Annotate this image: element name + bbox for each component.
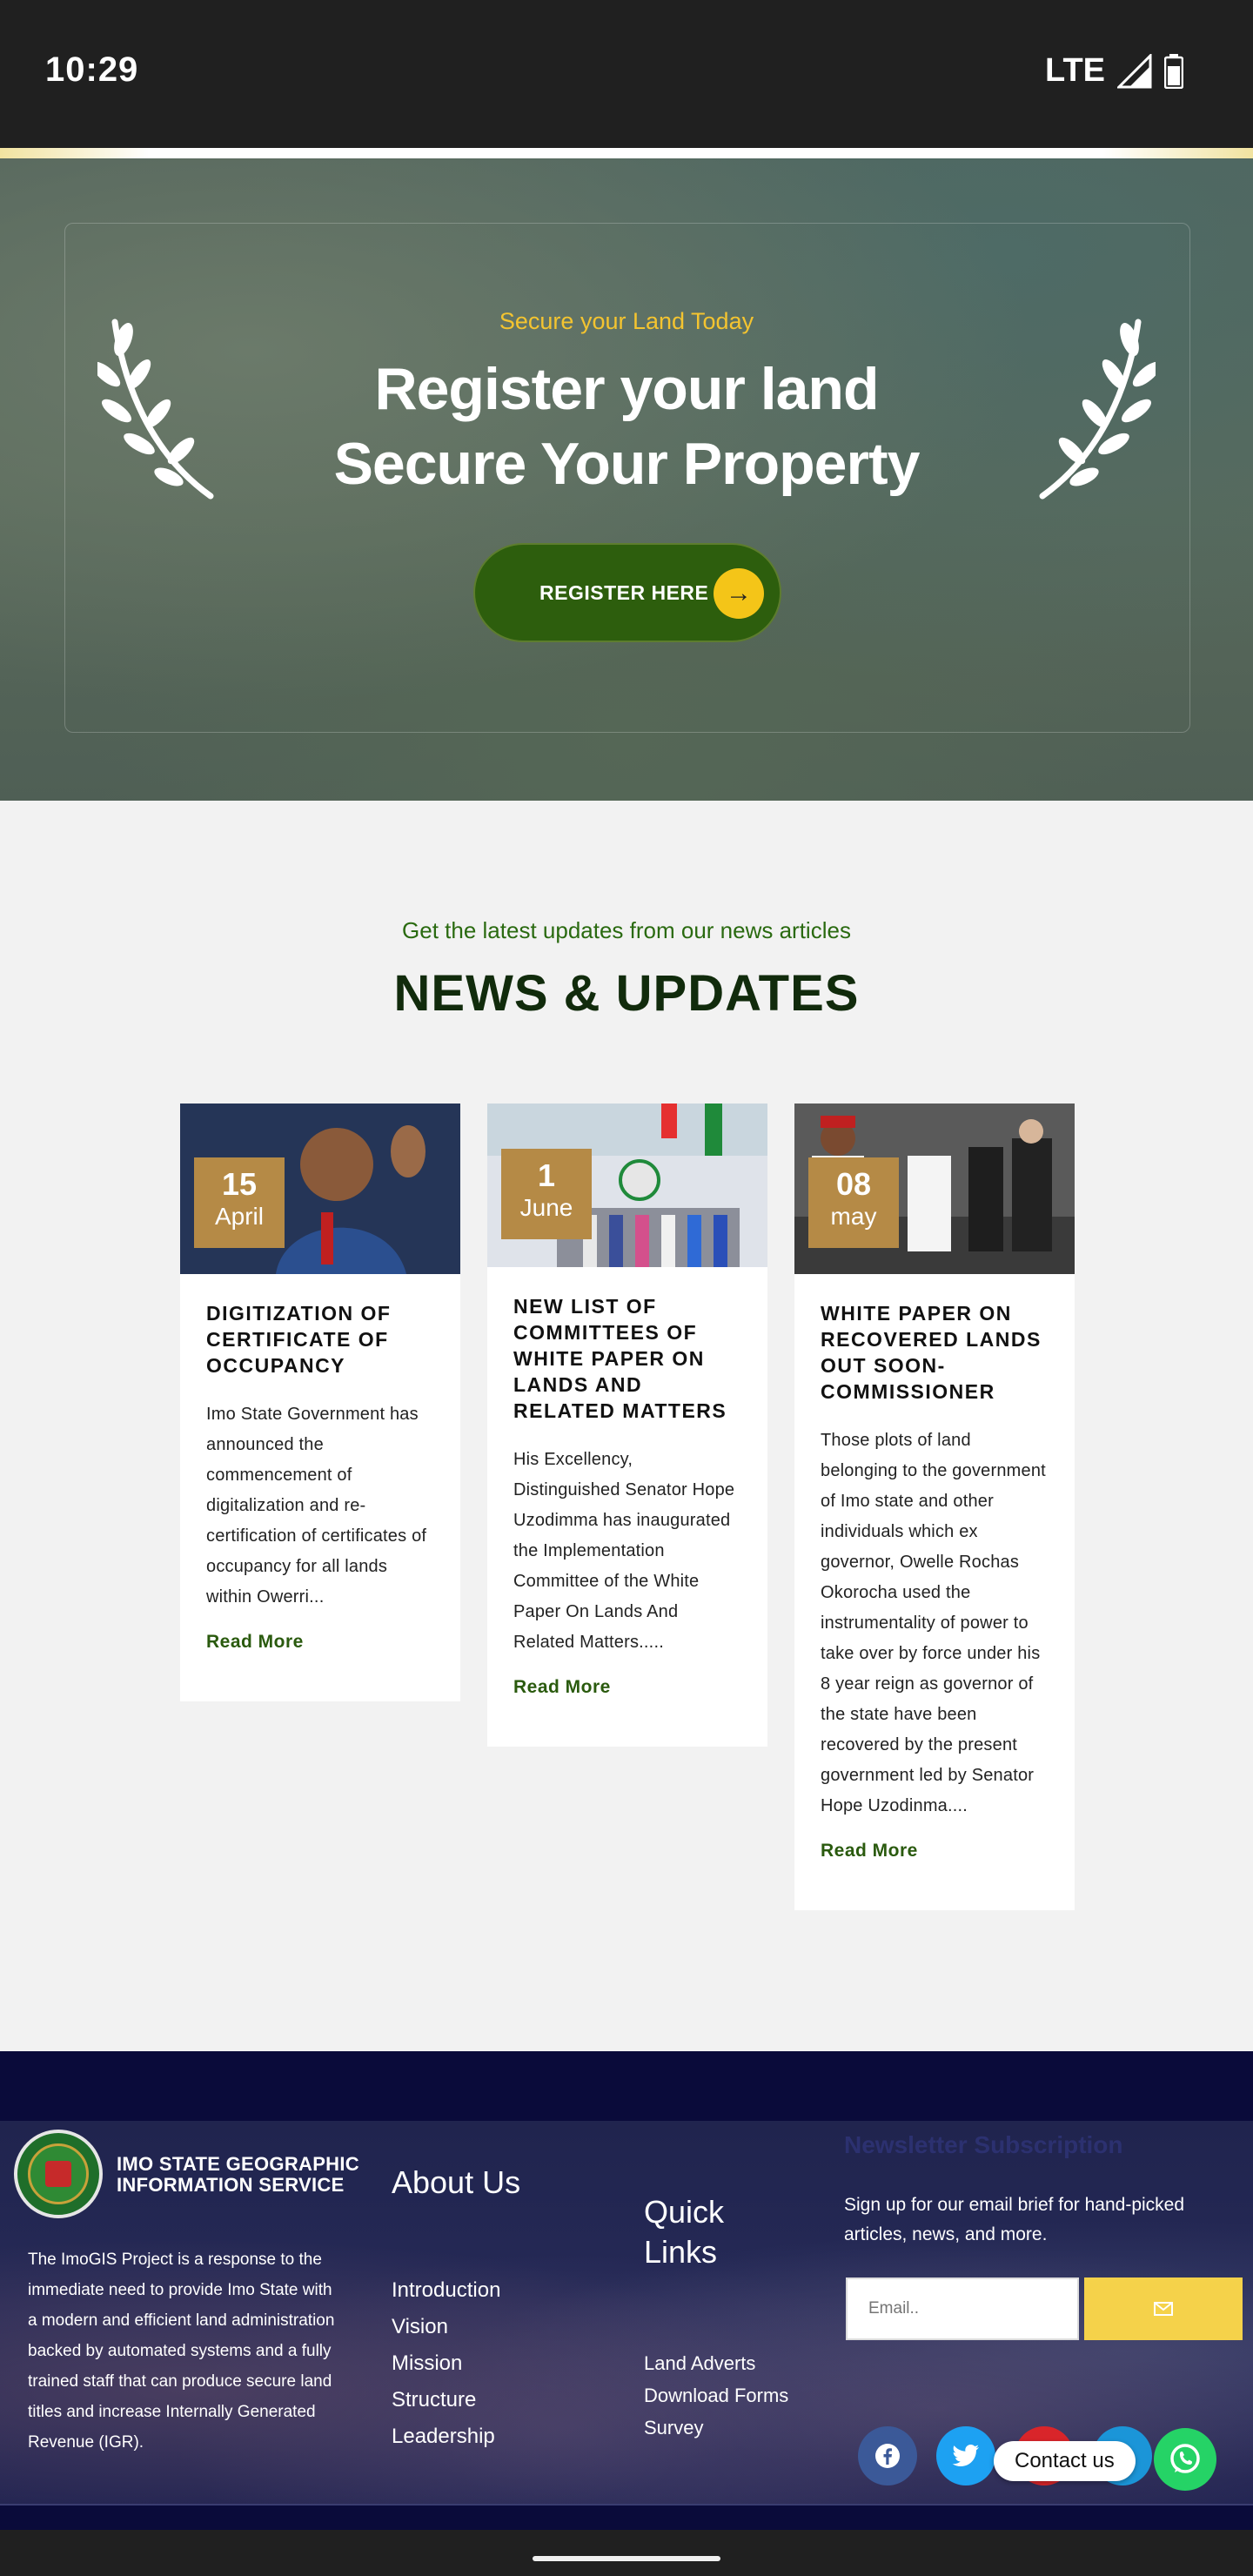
system-navigation-bar: [0, 2530, 1253, 2576]
hero-title-line1: Register your land: [374, 356, 879, 422]
twitter-icon[interactable]: [936, 2426, 995, 2485]
news-card-body: WHITE PAPER ON RECOVERED LANDS OUT SOON-…: [794, 1274, 1075, 1910]
news-card-title[interactable]: DIGITIZATION OF CERTIFICATE OF OCCUPANCY: [206, 1300, 434, 1379]
date-month: April: [214, 1203, 264, 1230]
hero-banner: Secure your Land Today Register your lan…: [0, 158, 1253, 801]
quick-link-land-adverts[interactable]: Land Adverts: [644, 2347, 788, 2379]
news-card-excerpt: Imo State Government has announced the c…: [206, 1405, 427, 1607]
logo-seal: [28, 2143, 89, 2204]
news-card-image: 15 April: [180, 1104, 460, 1274]
quick-links-heading: Quick Links: [644, 2192, 724, 2272]
about-link-structure[interactable]: Structure: [392, 2382, 500, 2418]
date-month: may: [830, 1203, 877, 1230]
register-button-label: REGISTER HERE: [539, 580, 709, 604]
quick-links: Land Adverts Download Forms Survey: [644, 2347, 788, 2444]
date-month: June: [519, 1194, 573, 1221]
date-day: 15: [221, 1166, 258, 1202]
news-card-date: 15 April: [194, 1157, 285, 1248]
read-more-link[interactable]: Read More: [206, 1632, 434, 1653]
contact-us-label[interactable]: Contact us: [994, 2441, 1136, 2481]
about-link-introduction[interactable]: Introduction: [392, 2272, 500, 2309]
date-day: 1: [537, 1157, 556, 1193]
news-card-excerpt: Those plots of land belonging to the gov…: [821, 1431, 1046, 1815]
arrow-right-icon: →: [714, 568, 764, 619]
news-card-title[interactable]: NEW LIST OF COMMITTEES OF WHITE PAPER ON…: [513, 1293, 741, 1424]
status-indicators: LTE: [1045, 52, 1183, 90]
footer-divider: [0, 2504, 1253, 2506]
news-eyebrow: Get the latest updates from our news art…: [402, 917, 851, 943]
read-more-link[interactable]: Read More: [513, 1677, 741, 1698]
org-name-line2: INFORMATION SERVICE: [117, 2174, 345, 2196]
facebook-icon[interactable]: [858, 2426, 917, 2485]
register-button[interactable]: REGISTER HERE →: [473, 543, 781, 642]
status-bar: 10:29 LTE: [0, 0, 1253, 148]
quick-links-heading-line1: Quick: [644, 2194, 725, 2230]
network-type: LTE: [1045, 52, 1105, 89]
about-link-vision[interactable]: Vision: [392, 2309, 500, 2345]
news-card-image: 08 may: [794, 1104, 1075, 1274]
news-card-image: 1 June: [487, 1104, 767, 1267]
news-card-date: 08 may: [808, 1157, 899, 1248]
news-card: 1 June NEW LIST OF COMMITTEES OF WHITE P…: [487, 1104, 767, 1747]
hero-eyebrow: Secure your Land Today: [499, 308, 754, 334]
read-more-link[interactable]: Read More: [821, 1841, 1049, 1862]
newsletter-subscribe-button[interactable]: [1084, 2277, 1243, 2340]
news-title: NEWS & UPDATES: [393, 965, 860, 1022]
footer-description: The ImoGIS Project is a response to the …: [28, 2251, 335, 2452]
imogis-logo: [14, 2130, 103, 2218]
news-card-body: DIGITIZATION OF CERTIFICATE OF OCCUPANCY…: [180, 1274, 460, 1701]
footer-org-name: IMO STATE GEOGRAPHIC INFORMATION SERVICE: [117, 2154, 359, 2196]
news-card-body: NEW LIST OF COMMITTEES OF WHITE PAPER ON…: [487, 1267, 767, 1747]
news-card-excerpt: His Excellency, Distinguished Senator Ho…: [513, 1450, 735, 1652]
quick-links-heading-line2: Links: [644, 2234, 718, 2270]
hero-top-accent: [0, 148, 1253, 158]
newsletter-title: Newsletter Subscription: [844, 2131, 1123, 2158]
status-time: 10:29: [45, 50, 139, 89]
home-gesture-handle[interactable]: [533, 2556, 720, 2561]
about-link-mission[interactable]: Mission: [392, 2345, 500, 2382]
quick-link-download-forms[interactable]: Download Forms: [644, 2379, 788, 2412]
news-card: 15 April DIGITIZATION OF CERTIFICATE OF …: [180, 1104, 460, 1701]
eagle-emblem-icon: [45, 2161, 71, 2187]
date-day: 08: [835, 1166, 872, 1202]
signal-icon: [1117, 53, 1152, 88]
org-name-line1: IMO STATE GEOGRAPHIC: [117, 2153, 359, 2175]
news-card: 08 may WHITE PAPER ON RECOVERED LANDS OU…: [794, 1104, 1075, 1910]
news-card-date: 1 June: [501, 1149, 592, 1239]
about-link-leadership[interactable]: Leadership: [392, 2418, 500, 2455]
quick-link-survey[interactable]: Survey: [644, 2412, 788, 2444]
hero-title: Register your land Secure Your Property: [0, 352, 1253, 501]
newsletter-email-input[interactable]: [846, 2277, 1079, 2340]
about-us-heading: About Us: [392, 2164, 521, 2200]
envelope-icon: [1154, 2302, 1173, 2316]
battery-icon: [1164, 53, 1183, 89]
newsletter-text: Sign up for our email brief for hand-pic…: [844, 2195, 1185, 2244]
news-card-title[interactable]: WHITE PAPER ON RECOVERED LANDS OUT SOON-…: [821, 1300, 1049, 1405]
about-links: Introduction Vision Mission Structure Le…: [392, 2272, 500, 2455]
whatsapp-icon[interactable]: [1154, 2428, 1216, 2491]
hero-title-line2: Secure Your Property: [333, 431, 921, 497]
